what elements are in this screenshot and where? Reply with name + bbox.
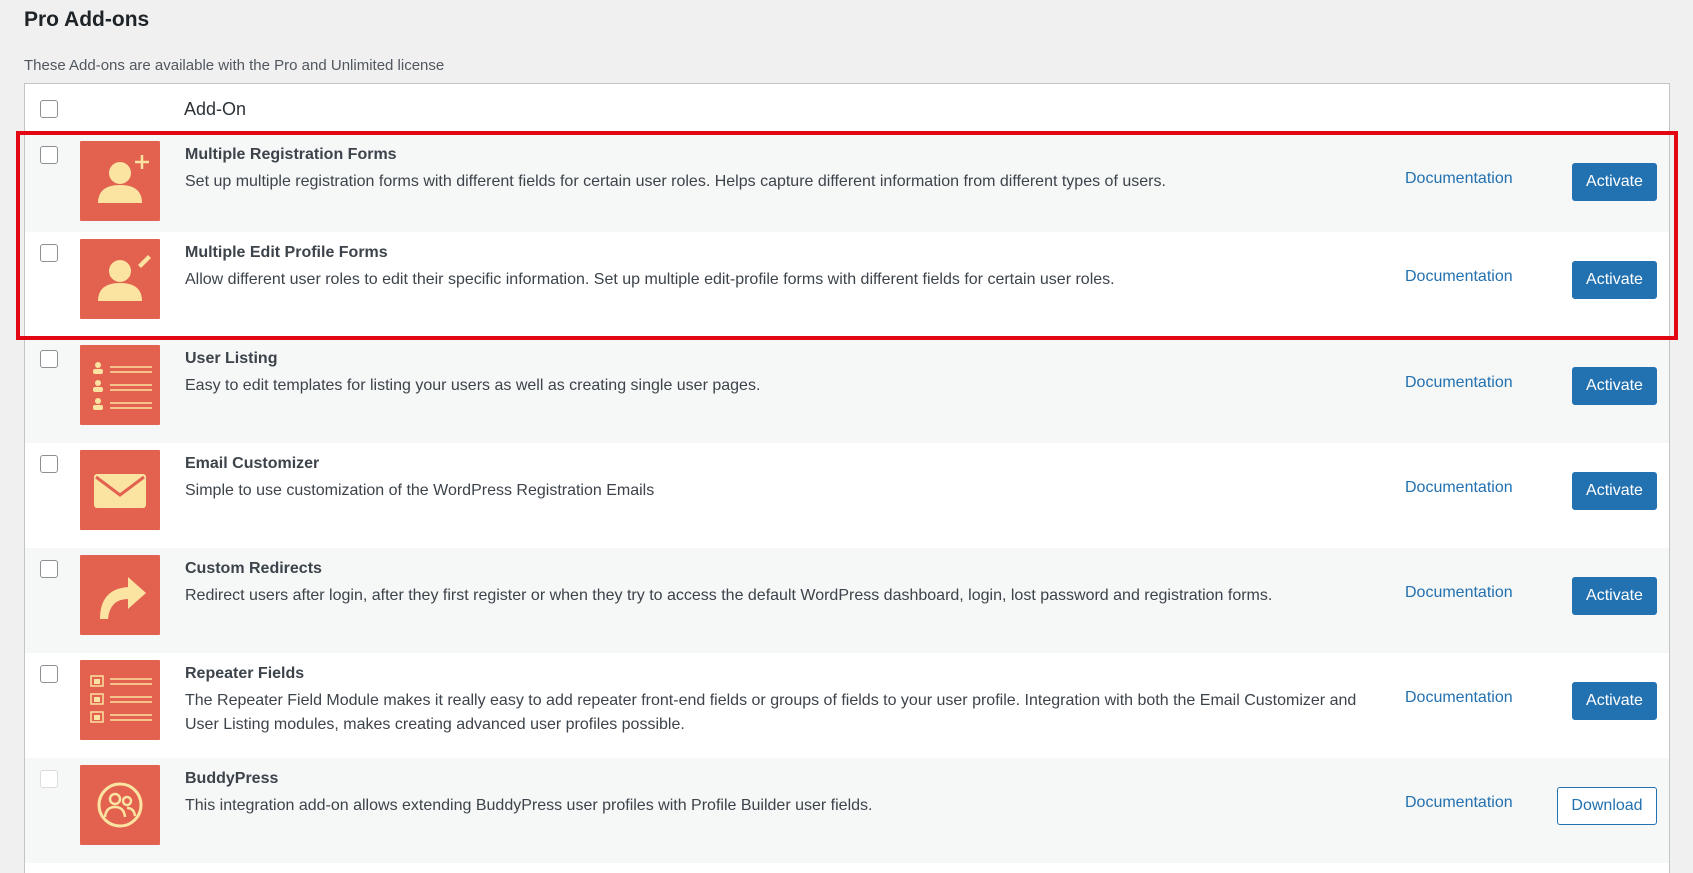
documentation-link[interactable]: Documentation — [1405, 689, 1513, 707]
documentation-link[interactable]: Documentation — [1405, 374, 1513, 392]
row-checkbox[interactable] — [40, 455, 58, 473]
addon-name: Email Customizer — [185, 455, 320, 472]
addon-description: Redirect users after login, after they f… — [185, 587, 1273, 604]
addon-name: BuddyPress — [185, 770, 279, 787]
addon-description: Allow different user roles to edit their… — [185, 271, 1115, 288]
table-row-user-listing: User Listing Easy to edit templates for … — [25, 338, 1669, 443]
addon-description: Set up multiple registration forms with … — [185, 173, 1166, 190]
table-row-email-customizer: Email Customizer Simple to use customiza… — [25, 443, 1669, 548]
addon-description: The Repeater Field Module makes it reall… — [185, 692, 1357, 733]
documentation-link[interactable]: Documentation — [1405, 479, 1513, 497]
addon-name: Custom Redirects — [185, 560, 322, 577]
activate-button[interactable]: Activate — [1572, 163, 1657, 201]
row-checkbox[interactable] — [40, 665, 58, 683]
table-row-buddypress: BuddyPress This integration add-on allow… — [25, 758, 1669, 863]
row-checkbox[interactable] — [40, 560, 58, 578]
redirect-arrow-icon — [80, 555, 160, 635]
user-list-icon — [80, 345, 160, 425]
activate-button[interactable]: Activate — [1572, 577, 1657, 615]
addons-table: Add-On Multiple Registration Forms Set u… — [24, 83, 1670, 873]
addon-column-header: Add-On — [184, 99, 247, 119]
row-checkbox[interactable] — [40, 244, 58, 262]
addon-name: User Listing — [185, 350, 278, 367]
page-subtitle: These Add-ons are available with the Pro… — [24, 57, 445, 74]
row-checkbox[interactable] — [40, 146, 58, 164]
user-edit-icon — [80, 239, 160, 319]
activate-button[interactable]: Activate — [1572, 367, 1657, 405]
select-all-checkbox[interactable] — [40, 100, 58, 118]
addon-description: Easy to edit templates for listing your … — [185, 377, 761, 394]
activate-button[interactable]: Activate — [1572, 472, 1657, 510]
addon-name: Multiple Registration Forms — [185, 146, 397, 163]
table-header: Add-On — [25, 84, 1669, 134]
activate-button[interactable]: Activate — [1572, 261, 1657, 299]
envelope-icon — [80, 450, 160, 530]
table-row-custom-redirects: Custom Redirects Redirect users after lo… — [25, 548, 1669, 653]
addon-name: Repeater Fields — [185, 665, 305, 682]
addon-description: Simple to use customization of the WordP… — [185, 482, 655, 499]
table-row-repeater-fields: Repeater Fields The Repeater Field Modul… — [25, 653, 1669, 758]
documentation-link[interactable]: Documentation — [1405, 794, 1513, 812]
download-button[interactable]: Download — [1557, 787, 1657, 825]
buddypress-icon — [80, 765, 160, 845]
row-checkbox-disabled — [40, 770, 58, 788]
documentation-link[interactable]: Documentation — [1405, 584, 1513, 602]
addon-description: This integration add-on allows extending… — [185, 797, 873, 814]
row-checkbox[interactable] — [40, 350, 58, 368]
documentation-link[interactable]: Documentation — [1405, 268, 1513, 286]
table-row-multiple-edit-profile-forms: Multiple Edit Profile Forms Allow differ… — [25, 232, 1669, 338]
documentation-link[interactable]: Documentation — [1405, 170, 1513, 188]
user-plus-icon — [80, 141, 160, 221]
page-title: Pro Add-ons — [24, 8, 150, 31]
activate-button[interactable]: Activate — [1572, 682, 1657, 720]
addon-name: Multiple Edit Profile Forms — [185, 244, 388, 261]
repeater-list-icon — [80, 660, 160, 740]
table-row-multiple-registration-forms: Multiple Registration Forms Set up multi… — [25, 134, 1669, 232]
